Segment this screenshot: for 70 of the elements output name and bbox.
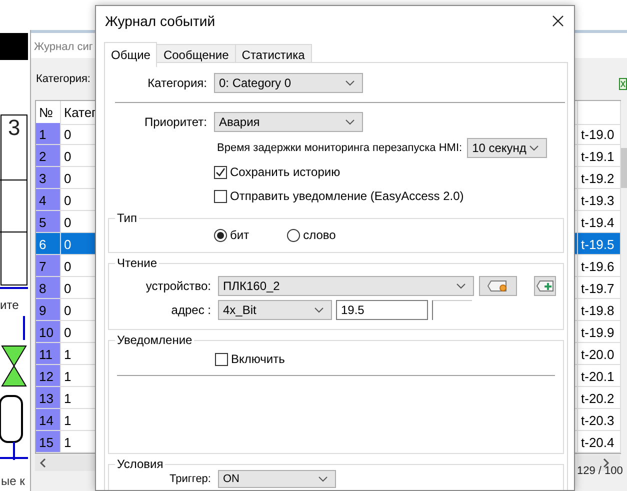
device-label: устройство: [144,279,211,293]
window-title: Журнал сиг [34,41,93,53]
tab[interactable]: Статистика [234,44,312,63]
tab[interactable]: Общие [104,42,158,67]
table-cell: 4 [36,189,61,211]
checkbox[interactable] [215,352,228,366]
table-cell: 11 [36,343,61,365]
table-cell: 1 [36,123,61,145]
chevron-down-icon [318,476,328,482]
table-cell: 2 [36,145,61,167]
group-title: Уведомление [115,333,194,347]
radio-label[interactable]: бит [230,228,250,242]
dropdown[interactable]: Авария [214,112,363,132]
spreadsheet-icon[interactable] [619,78,627,90]
table-cell: 5 [36,211,61,233]
checkbox[interactable] [214,190,227,202]
group-title: Чтение [115,256,160,270]
table-cell: 15 [36,431,61,453]
chevron-down-icon [456,283,466,289]
diagram-label: ые к [1,474,25,488]
priority-label: Приоритет: [143,115,207,129]
table-cell: 9 [36,299,61,321]
checkbox-label[interactable]: Отправить уведомление (EasyAccess 2.0) [230,189,464,203]
dropdown[interactable]: 0: Category 0 [214,73,363,93]
dropdown[interactable]: ПЛК160_2 [218,276,474,296]
tag-button[interactable] [479,276,517,296]
table-cell: 13 [36,387,61,409]
tab[interactable]: Сообщение [156,44,236,63]
table-cell: 0 [61,233,96,255]
group-title: Условия [115,457,166,471]
radio-label[interactable]: слово [303,228,336,242]
address-field[interactable]: 19.5 [336,300,428,320]
table-cell: 7 [36,255,61,277]
delay-label: Время задержки мониторинга перезапуска HMI: [217,142,462,154]
checkbox-label[interactable]: Включить [231,352,285,366]
table-cell: 6 [36,233,61,255]
checkbox[interactable] [214,166,227,178]
table-cell: t-19.5 [578,233,621,255]
table-cell: 8 [36,277,61,299]
chevron-down-icon [314,307,324,313]
dialog-title: Журнал событий [105,13,216,29]
radio-button[interactable] [214,228,227,242]
group-title: Тип [115,211,140,225]
table-cell: 3 [36,167,61,189]
chevron-down-icon [345,80,355,86]
category-label: Категория: [36,73,90,85]
add-tag-button[interactable] [534,276,556,296]
close-icon[interactable] [552,15,564,27]
dropdown[interactable]: ON [218,470,336,488]
chevron-down-icon [345,119,355,125]
diagram-label: ите [0,298,19,312]
chevron-down-icon [529,145,540,151]
table-cell: 10 [36,321,61,343]
diagram-label: 3 [8,115,20,141]
chevron-right-icon[interactable] [602,458,610,468]
category-label: Категория: [146,76,207,90]
dropdown[interactable]: 4x_Bit [218,300,332,320]
chevron-left-icon[interactable] [39,458,47,468]
record-count: 129 / 100 [577,465,623,477]
tag-icon [487,280,509,292]
checkbox-label[interactable]: Сохранить историю [230,165,340,179]
dropdown[interactable]: 10 секунд [467,138,548,158]
tag-plus-icon [536,280,554,292]
table-cell: 12 [36,365,61,387]
radio-button[interactable] [287,228,300,242]
table-cell: 14 [36,409,61,431]
trigger-label: Триггер: [168,473,211,485]
address-label: адрес : [170,303,211,317]
scrollbar-thumb[interactable] [621,148,627,188]
horizontal-scrollbar[interactable] [35,455,95,471]
